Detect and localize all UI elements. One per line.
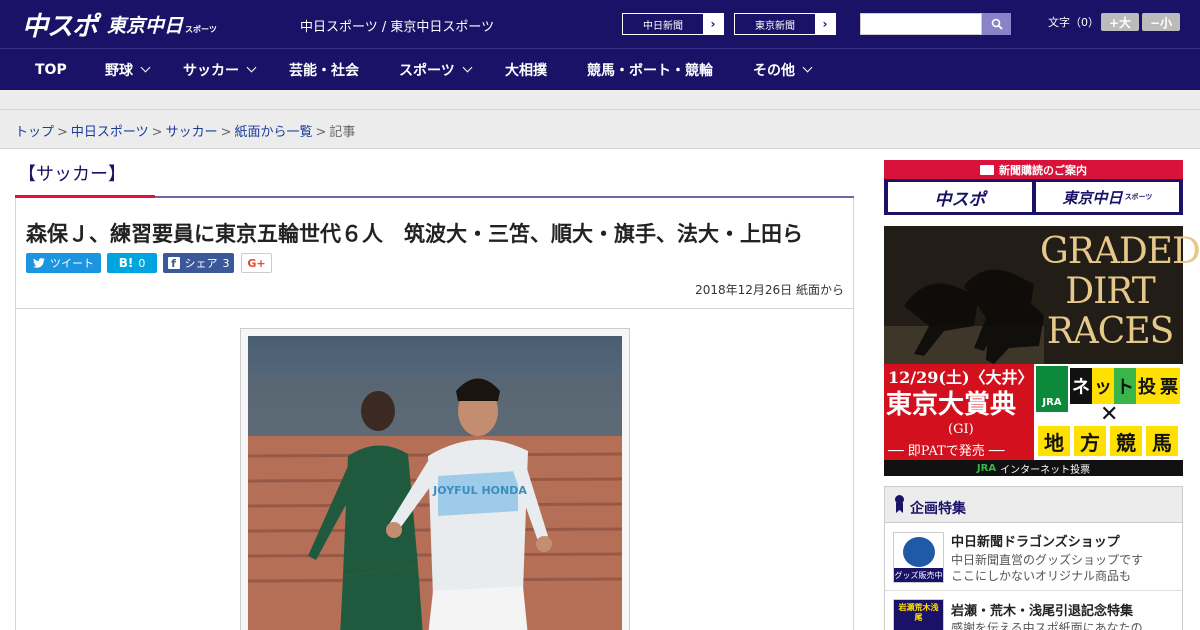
chunichi-shimbun-link[interactable]: 中日新聞 › [622, 13, 724, 35]
twitter-icon [33, 258, 45, 268]
nav-sumo[interactable]: 大相撲 [505, 49, 547, 90]
breadcrumb-soccer[interactable]: サッカー [166, 125, 218, 140]
breadcrumb-current: 記事 [329, 125, 356, 140]
ad-race-grade: (GI) [948, 422, 974, 437]
chevron-right-icon: › [815, 14, 835, 34]
nav-soccer[interactable]: サッカー [183, 49, 257, 90]
svg-text:JOYFUL HONDA: JOYFUL HONDA [432, 484, 527, 497]
breadcrumb-chunichi-sports[interactable]: 中日スポーツ [71, 125, 149, 140]
site-logo[interactable]: 中スポ 東京中日 スポーツ [22, 8, 217, 42]
facebook-icon: f [167, 257, 180, 270]
feature-desc-dragons-shop: 中日新聞直営のグッズショップです ここにしかないオリジナル商品も [951, 553, 1144, 583]
article-category: 【サッカー】 [18, 164, 126, 185]
soccer-player-photo: JOYFUL HONDA [248, 336, 622, 630]
font-smaller-button[interactable]: −小 [1142, 13, 1180, 31]
chevron-down-icon [802, 62, 813, 73]
subscribe-tokyo-chunichi-button[interactable]: 東京中日 スポーツ [1036, 182, 1179, 212]
tokyo-shimbun-link[interactable]: 東京新聞 › [734, 13, 836, 35]
facebook-share-button[interactable]: f シェア 3 [163, 253, 234, 273]
chevron-down-icon [246, 62, 257, 73]
subscription-banner[interactable]: 新聞購読のご案内 中スポ 東京中日 スポーツ [884, 160, 1183, 215]
article-divider [16, 308, 853, 309]
cross-icon: ✕ [1100, 402, 1119, 427]
search-icon [991, 18, 1003, 30]
search-input[interactable] [860, 13, 982, 35]
breadcrumb-top[interactable]: トップ [15, 125, 54, 140]
sub-bar [0, 90, 1200, 110]
ad-race-title: 東京大賞典 [886, 390, 1017, 420]
tweet-button[interactable]: ツイート [26, 253, 101, 273]
breadcrumb-bar: トップ > 中日スポーツ > サッカー > 紙面から一覧 > 記事 [0, 111, 1200, 149]
logo-tokyo-chunichi: 東京中日 スポーツ [107, 14, 217, 37]
ad-footer: JRA インターネット投票 [884, 460, 1183, 476]
dragons-shop-thumbnail[interactable]: グッズ販売中 [893, 532, 944, 583]
chevron-down-icon [462, 62, 473, 73]
hatena-bookmark-button[interactable]: B! 0 [107, 253, 157, 273]
nav-entertainment[interactable]: 芸能・社会 [289, 49, 359, 90]
newspaper-icon [980, 164, 994, 175]
feature-divider [885, 590, 1182, 591]
subscribe-chuspo-button[interactable]: 中スポ [888, 182, 1032, 212]
article-date: 2018年12月26日 紙面から [695, 283, 844, 297]
chevron-right-icon: › [703, 14, 723, 34]
article-photo[interactable]: JOYFUL HONDA [248, 336, 622, 630]
nav-baseball[interactable]: 野球 [105, 49, 151, 90]
ad-net-voting-panel: JRA ネ ッ ト 投 票 ✕ 地 方 競 馬 [1034, 364, 1183, 460]
nav-other[interactable]: その他 [753, 49, 813, 90]
feature-desc-retirement: 感謝を伝える中スポ紙面にあなたの [951, 621, 1143, 630]
font-size-label: 文字（0） [1048, 16, 1099, 29]
ribbon-icon [895, 495, 904, 513]
search-button[interactable] [982, 13, 1011, 35]
breadcrumb-paper-list[interactable]: 紙面から一覧 [235, 125, 313, 140]
article-headline: 森保Ｊ、練習要員に東京五輪世代６人 筑波大・三笘、順大・旗手、法大・上田ら [26, 222, 803, 246]
logo-chuspo: 中スポ [22, 11, 98, 42]
feature-title-retirement[interactable]: 岩瀬・荒木・浅尾引退記念特集 [951, 600, 1133, 619]
nav-sports[interactable]: スポーツ [399, 49, 473, 90]
main-nav: TOP 野球 サッカー 芸能・社会 スポーツ 大相撲 競馬・ボート・競輪 その他 [0, 48, 1200, 90]
site-title[interactable]: 中日スポーツ / 東京中日スポーツ [300, 16, 494, 35]
nav-racing[interactable]: 競馬・ボート・競輪 [587, 49, 713, 90]
ad-pat-text: ── 即PATで発売 ── [888, 444, 1005, 459]
google-plus-button[interactable]: G+ [241, 253, 272, 273]
hatena-icon: B! [118, 256, 134, 270]
jra-logo: JRA [1036, 366, 1068, 412]
mascot-icon [903, 537, 935, 567]
top-header: 中スポ 東京中日 スポーツ 中日スポーツ / 東京中日スポーツ 中日新聞 › 東京… [0, 0, 1200, 48]
font-larger-button[interactable]: +大 [1101, 13, 1139, 31]
ad-graded-dirt-races: GRADED DIRT RACES [1040, 231, 1200, 352]
retirement-feature-thumbnail[interactable]: 岩瀬荒木浅尾 [893, 599, 944, 630]
chevron-down-icon [140, 62, 151, 73]
breadcrumb: トップ > 中日スポーツ > サッカー > 紙面から一覧 > 記事 [15, 125, 356, 140]
jra-logo: JRA [976, 462, 997, 474]
nav-top[interactable]: TOP [35, 49, 67, 90]
features-title: 企画特集 [910, 501, 966, 517]
feature-title-dragons-shop[interactable]: 中日新聞ドラゴンズショップ [951, 531, 1120, 550]
subscription-header: 新聞購読のご案内 [884, 160, 1183, 179]
